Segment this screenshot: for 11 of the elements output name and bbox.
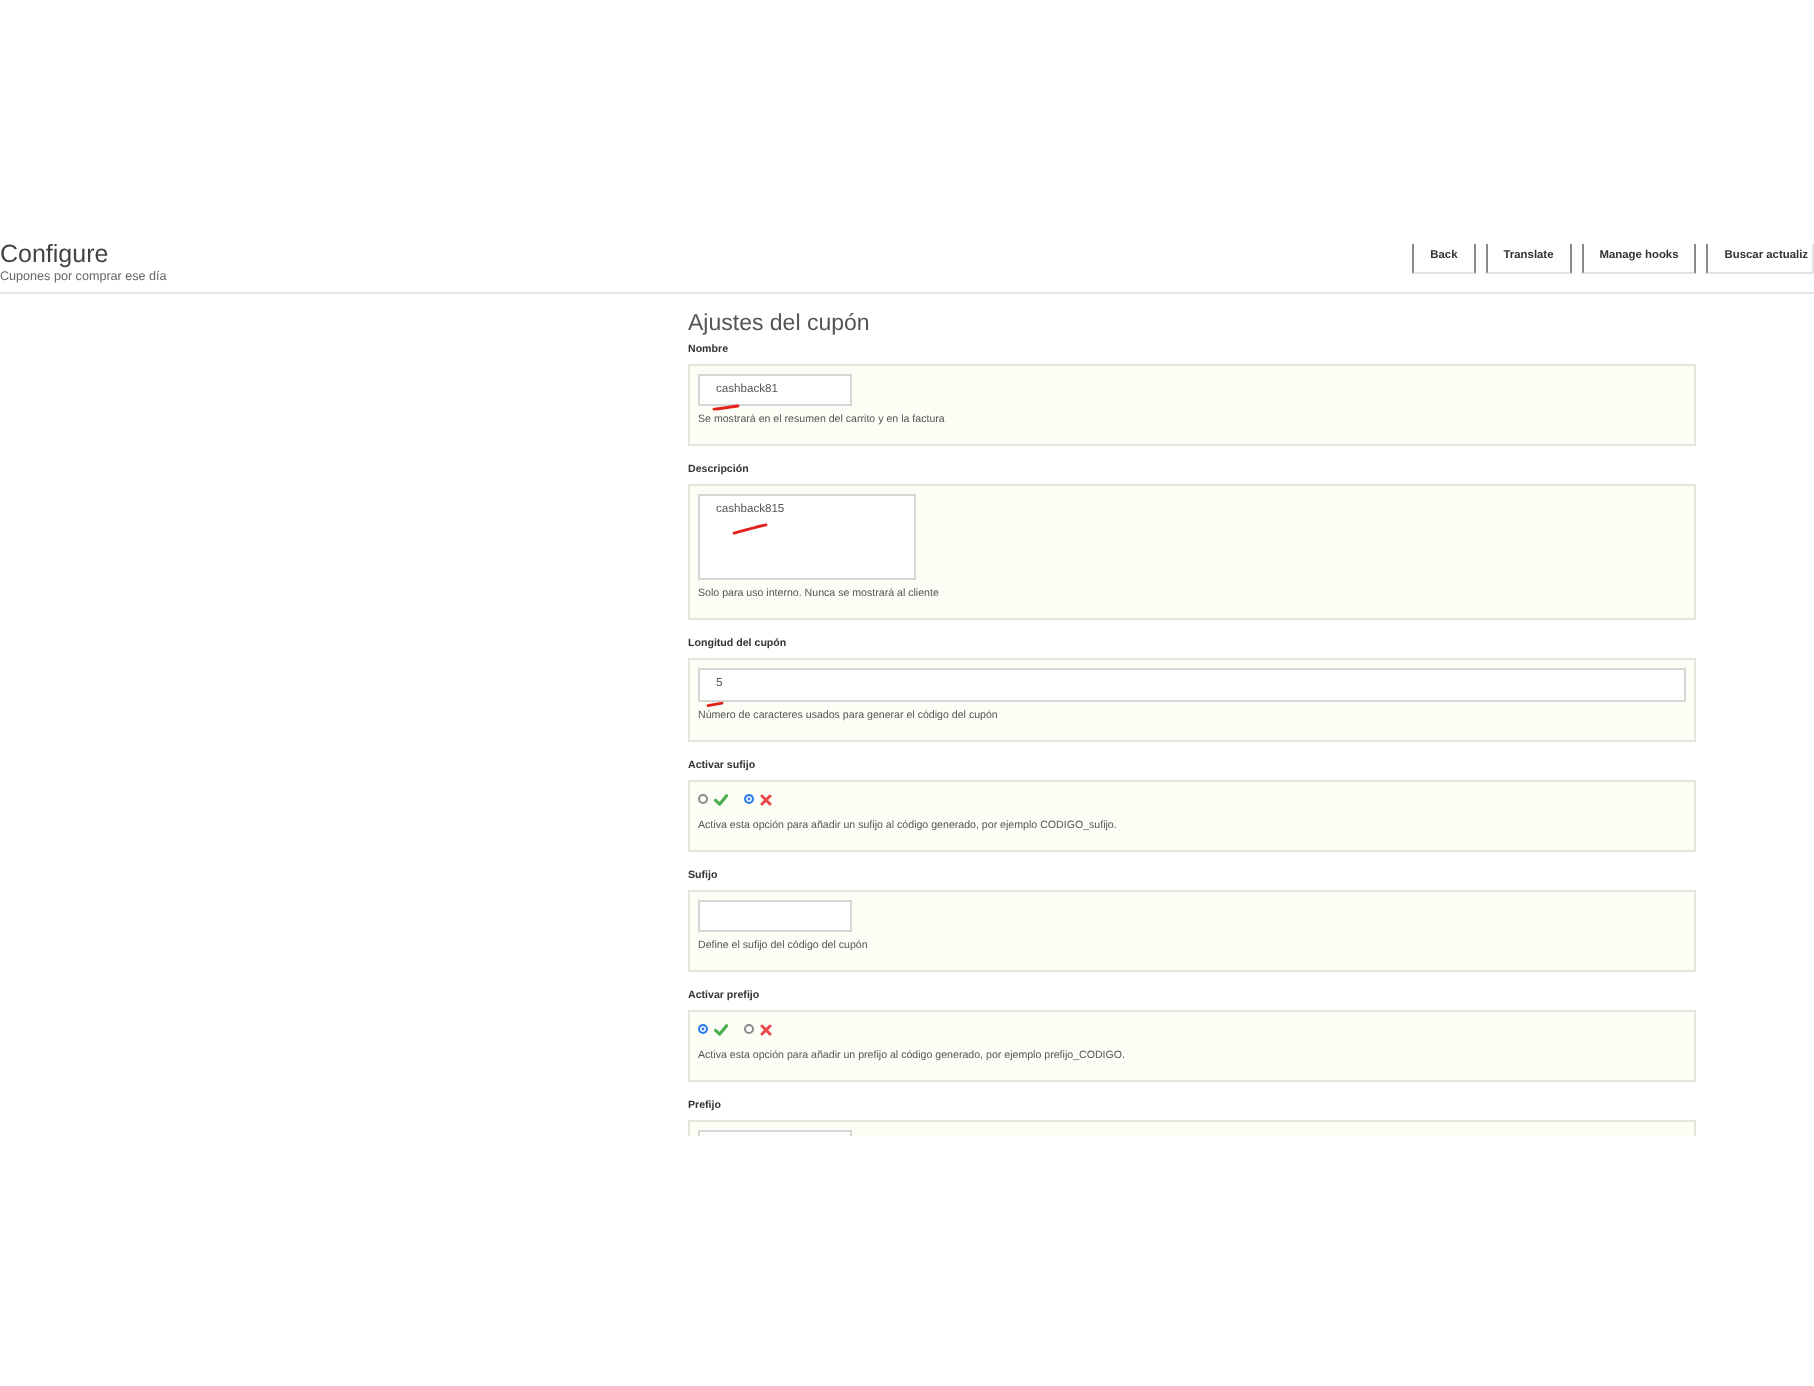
radio-button[interactable] <box>744 794 754 804</box>
radio-button[interactable] <box>698 794 708 804</box>
cross-icon <box>760 1023 772 1035</box>
text-input[interactable] <box>698 900 852 932</box>
check-icon <box>714 1023 728 1035</box>
check-icon <box>714 793 728 805</box>
radio-button[interactable] <box>744 1024 754 1034</box>
section-title: Ajustes del cupón <box>688 312 872 338</box>
page-title: Configure <box>0 240 111 270</box>
cross-icon <box>760 793 772 805</box>
radio-button[interactable] <box>698 1024 708 1034</box>
